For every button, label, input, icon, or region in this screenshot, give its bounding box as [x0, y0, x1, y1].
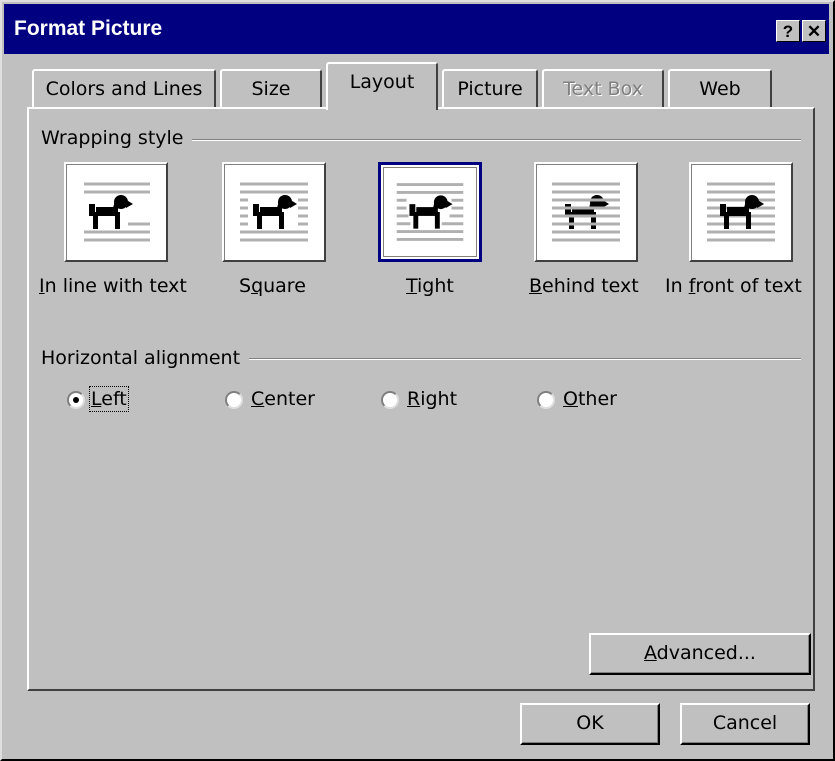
tab-label: Size [251, 78, 291, 100]
advanced-button[interactable]: Advanced... [589, 633, 811, 675]
group-divider [249, 358, 801, 360]
tab-picture[interactable]: Picture [442, 69, 538, 109]
radio-left[interactable] [67, 391, 85, 409]
radio-dot [73, 397, 79, 403]
tab-size[interactable]: Size [220, 69, 322, 109]
group-divider [189, 139, 801, 141]
wrap-label-behind-text[interactable]: Behind text [529, 275, 639, 297]
dialog-title: Format Picture [14, 17, 163, 40]
wrap-label-inline[interactable]: In line with text [39, 275, 187, 297]
tab-layout[interactable]: Layout [326, 62, 438, 110]
behind-text-icon [552, 182, 620, 242]
tab-colors-and-lines[interactable]: Colors and Lines [32, 69, 216, 109]
horizontal-alignment-label: Horizontal alignment [41, 347, 249, 369]
tab-label: Web [699, 78, 741, 100]
format-picture-dialog: Format Picture ? ✕ Colors and Lines Size… [0, 0, 835, 761]
radio-label-other[interactable]: Other [563, 388, 617, 410]
wrap-option-in-front-of-text[interactable] [689, 162, 793, 262]
wrap-label-in-front-of-text[interactable]: In front of text [665, 275, 802, 297]
radio-right[interactable] [381, 391, 399, 409]
radio-center[interactable] [225, 391, 243, 409]
radio-label-left[interactable]: Left [89, 386, 129, 412]
wrap-option-behind-text[interactable] [534, 162, 638, 262]
radio-label-right[interactable]: Right [407, 388, 457, 410]
radio-other[interactable] [537, 391, 555, 409]
tab-label: Text Box [563, 78, 643, 100]
title-bar[interactable]: Format Picture ? ✕ [4, 4, 829, 54]
help-button[interactable]: ? [776, 20, 800, 42]
wrap-label-square[interactable]: Square [239, 275, 306, 297]
wrap-option-inline[interactable] [64, 162, 168, 262]
tight-wrap-icon [396, 183, 464, 241]
in-front-of-text-icon [707, 182, 775, 242]
inline-wrap-icon [84, 182, 150, 242]
wrap-option-tight[interactable] [378, 162, 482, 262]
cancel-button[interactable]: Cancel [680, 703, 810, 745]
radio-label-center[interactable]: Center [251, 388, 315, 410]
layout-tab-panel: Wrapping style In line with text Square … [27, 107, 815, 691]
tab-text-box: Text Box [542, 69, 664, 109]
wrapping-style-label: Wrapping style [41, 127, 192, 149]
tab-web[interactable]: Web [668, 69, 772, 109]
wrap-label-tight[interactable]: Tight [406, 275, 454, 297]
ok-button[interactable]: OK [520, 703, 660, 745]
tab-label: Picture [457, 78, 523, 100]
wrap-option-square[interactable] [222, 162, 326, 262]
close-button[interactable]: ✕ [802, 20, 826, 42]
square-wrap-icon [240, 182, 308, 242]
tab-label: Colors and Lines [45, 78, 203, 100]
tab-label: Layout [349, 71, 415, 93]
